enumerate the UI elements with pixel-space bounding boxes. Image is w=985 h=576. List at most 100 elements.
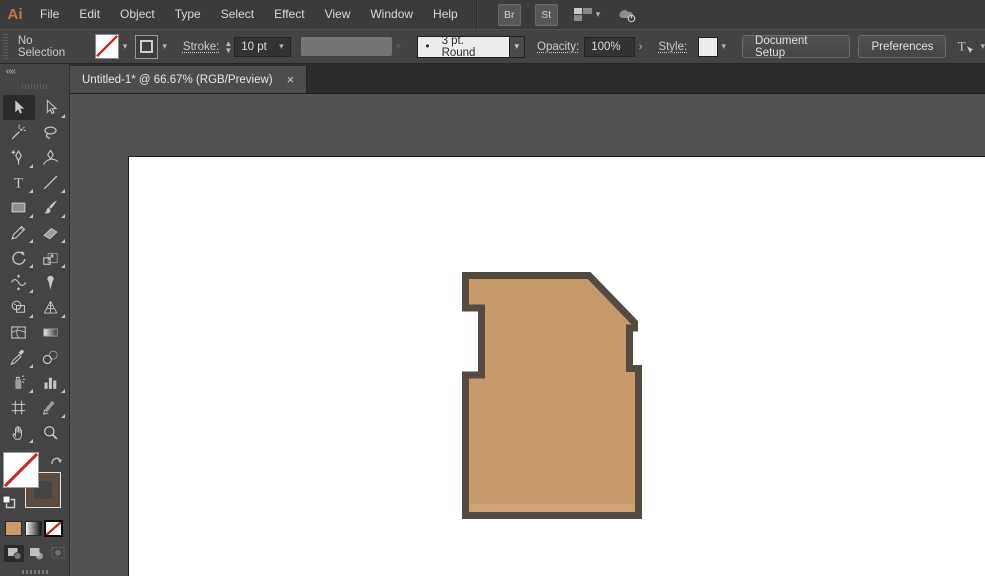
paintbrush-icon [44,200,57,214]
tool-rotate-tool[interactable] [3,245,35,270]
menu-item-help[interactable]: Help [423,0,468,29]
tool-eyedropper-tool[interactable] [3,345,35,370]
menu-item-file[interactable]: File [30,0,69,29]
tool-perspective-grid-tool[interactable] [35,295,67,320]
menu-item-effect[interactable]: Effect [264,0,314,29]
tool-column-graph-tool[interactable] [35,370,67,395]
style-swatch[interactable] [698,36,718,57]
menu-item-edit[interactable]: Edit [69,0,110,29]
opacity-panel-arrow-icon[interactable]: › [639,41,643,53]
style-label[interactable]: Style: [658,41,687,53]
workspace-switcher[interactable]: ▾ [573,7,601,22]
menu-item-window[interactable]: Window [360,0,423,29]
menu-item-type[interactable]: Type [165,0,211,29]
chevron-down-icon[interactable]: ▾ [271,41,284,52]
tool-selection-tool[interactable] [2,95,35,120]
chevron-down-icon: ▾ [595,9,601,19]
none-fill-icon [95,35,118,57]
tool-rectangle-tool[interactable] [3,195,35,220]
stroke-weight-field[interactable]: 10 pt ▾ [234,36,291,57]
tool-paintbrush-tool[interactable] [35,195,67,220]
tool-line-segment-tool[interactable] [35,170,67,195]
gradient-icon [43,328,58,337]
flyout-triangle-icon [28,289,33,293]
eyedropper-icon [10,349,24,366]
preferences-button[interactable]: Preferences [858,35,947,58]
draw-normal-mode[interactable] [4,545,24,562]
blend-icon [42,350,58,365]
tool-curvature-tool[interactable] [35,145,67,170]
tool-width-tool[interactable] [3,270,35,295]
tool-eraser-tool[interactable] [35,220,67,245]
menu-item-select[interactable]: Select [211,0,264,29]
collapse-panel-icon[interactable]: «« [0,64,69,82]
tool-scale-tool[interactable] [35,245,67,270]
flyout-triangle-icon [28,239,33,243]
panel-drag-handle[interactable] [21,84,48,89]
column-graph-icon [44,377,57,389]
stock-button[interactable]: St [534,3,558,26]
tool-puppet-warp-tool[interactable] [35,270,67,295]
tool-shape-builder-tool[interactable] [3,295,35,320]
artwork-layer[interactable] [70,94,985,576]
chevron-down-icon[interactable]: ▾ [722,41,727,52]
tool-slice-tool[interactable] [35,395,67,420]
menu-item-object[interactable]: Object [110,0,165,29]
tool-hand-tool[interactable] [3,420,35,445]
svg-text:T: T [14,175,23,191]
document-setup-button[interactable]: Document Setup [742,35,851,59]
tool-gradient-tool[interactable] [35,320,67,345]
fill-indicator[interactable] [3,452,39,488]
app-logo: Ai [7,6,23,23]
tool-lasso-tool[interactable] [35,120,67,145]
hand-icon [12,426,22,440]
tool-type-tool[interactable]: T [3,170,35,195]
tool-magic-wand-tool[interactable] [3,120,35,145]
panel-grip-icon[interactable] [3,34,8,59]
canvas-pasteboard[interactable] [70,94,985,576]
sd-card-shape[interactable] [462,272,642,519]
selection-status: No Selection [17,34,66,59]
fill-color-swatch[interactable] [94,34,119,59]
opacity-field[interactable]: 100% [584,36,635,57]
stroke-weight-stepper[interactable]: ▲ ▼ [224,39,232,54]
workspace-switcher-icon [573,7,592,21]
tool-blend-tool[interactable] [35,345,67,370]
stroke-color-swatch[interactable] [135,34,159,59]
shape-builder-icon [11,300,25,313]
eraser-icon [43,227,58,240]
toolbar-more-dots-icon[interactable] [21,570,48,574]
touch-type-tool-shortcut[interactable]: T ▾ [956,37,985,57]
draw-inside-mode-icon [51,547,64,559]
none-swatch[interactable] [44,520,63,537]
chevron-down-icon[interactable]: ▾ [123,41,128,52]
opacity-label[interactable]: Opacity: [537,41,579,53]
stroke-weight-label[interactable]: Stroke: [183,41,219,53]
default-fill-stroke-icon[interactable] [2,495,16,509]
flyout-triangle-icon [28,439,33,443]
brush-definition-dropdown[interactable]: • 3 pt. Round [416,35,510,59]
tool-pen-tool[interactable] [3,145,35,170]
tool-mesh-tool[interactable] [3,320,35,345]
tool-zoom-tool[interactable] [35,420,67,445]
tool-artboard-tool[interactable] [3,395,35,420]
gradient-swatch[interactable] [25,521,42,536]
curvature-icon [42,149,58,165]
tool-pencil-tool[interactable] [3,220,35,245]
close-icon[interactable]: × [287,73,295,86]
line-icon [43,175,58,190]
sync-status[interactable] [616,6,638,24]
document-tab[interactable]: Untitled-1* @ 66.67% (RGB/Preview) × [70,66,308,93]
touch-type-icon: T [958,39,977,55]
chevron-down-icon[interactable]: ▾ [162,41,167,52]
color-swatch[interactable] [5,521,22,536]
brush-dropdown-chevron[interactable]: ▾ [509,35,526,58]
bridge-button[interactable]: Br [497,3,521,26]
menu-item-view[interactable]: View [315,0,361,29]
flyout-triangle-icon [60,214,65,218]
swap-fill-stroke-icon[interactable] [49,453,64,468]
magic-wand-icon [11,124,26,140]
draw-behind-mode[interactable] [26,545,46,562]
tool-symbol-sprayer-tool[interactable] [3,370,35,395]
tool-direct-selection-tool[interactable] [35,95,67,120]
